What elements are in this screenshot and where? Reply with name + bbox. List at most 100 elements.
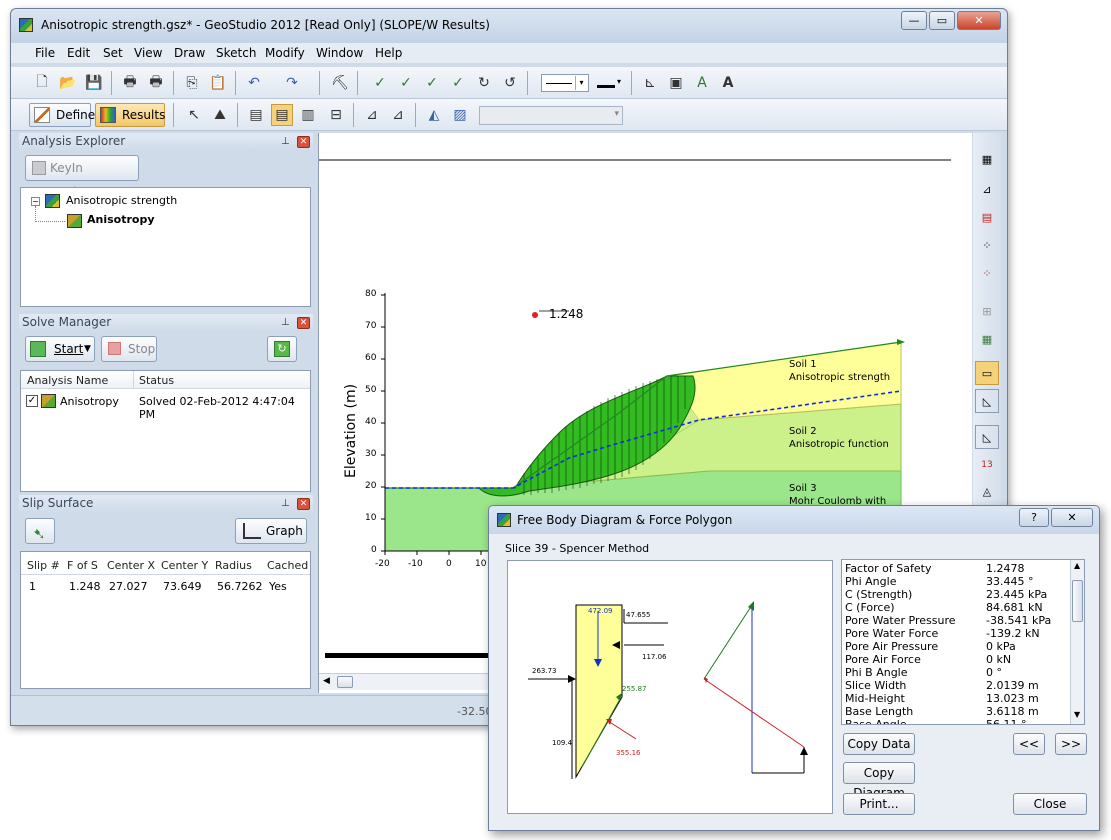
- results-button[interactable]: Results: [95, 103, 165, 127]
- draw-graph-icon[interactable]: ⊿: [361, 104, 383, 126]
- point-numbers-icon[interactable]: ⁘: [975, 261, 999, 285]
- view-slice-info-icon[interactable]: ▤: [271, 104, 293, 126]
- analysis-checkbox[interactable]: ✓: [26, 395, 38, 407]
- redo-icon[interactable]: ↷: [281, 72, 303, 94]
- rotate-left-icon[interactable]: ↺: [499, 72, 521, 94]
- mesh-icon[interactable]: ▦: [975, 327, 999, 351]
- properties-scrollbar[interactable]: ▲ ▼: [1070, 560, 1084, 724]
- line-weight-select[interactable]: ▾: [595, 74, 625, 92]
- define-button[interactable]: Define: [29, 103, 95, 127]
- copy-icon[interactable]: ⎘: [181, 72, 203, 94]
- analysis-select[interactable]: ▾: [479, 106, 623, 125]
- column-header[interactable]: Center X: [107, 559, 155, 572]
- copy-data-button[interactable]: Copy Data: [843, 733, 915, 755]
- previous-slice-button[interactable]: <<: [1013, 733, 1045, 755]
- panel-close-icon[interactable]: ✕: [297, 317, 310, 329]
- scroll-down-icon[interactable]: ▼: [1074, 710, 1080, 719]
- menu-set[interactable]: Set: [103, 46, 123, 60]
- pin-icon[interactable]: ⊥: [281, 137, 291, 147]
- new-file-icon[interactable]: 🗋: [31, 72, 53, 94]
- view-graph-icon[interactable]: ⊟: [325, 104, 347, 126]
- maximize-button[interactable]: ▭: [929, 11, 955, 30]
- line-style-select[interactable]: ▾: [541, 74, 589, 92]
- panel-close-icon[interactable]: ✕: [297, 498, 310, 510]
- open-folder-icon[interactable]: 📂: [57, 72, 79, 94]
- text-icon[interactable]: A: [717, 72, 739, 94]
- chevron-down-icon[interactable]: ▼: [84, 337, 91, 361]
- zoom-region-icon[interactable]: ⛰: [209, 104, 231, 126]
- column-header[interactable]: Status: [139, 374, 174, 387]
- dialog-close-button[interactable]: ✕: [1051, 508, 1093, 527]
- print-button[interactable]: Print...: [843, 793, 915, 815]
- pin-icon[interactable]: ⊥: [281, 499, 291, 509]
- menu-draw[interactable]: Draw: [174, 46, 205, 60]
- regions-icon[interactable]: ▭: [975, 361, 999, 385]
- start-button[interactable]: Start ▼: [25, 336, 95, 362]
- material-icon[interactable]: ◬: [975, 479, 999, 503]
- help-button[interactable]: ?: [1019, 508, 1049, 527]
- save-icon[interactable]: 💾: [83, 72, 105, 94]
- graph-button[interactable]: Graph: [235, 518, 307, 544]
- slip-surface-icon[interactable]: ◺: [975, 389, 999, 413]
- menu-edit[interactable]: Edit: [67, 46, 90, 60]
- view-tool-icon[interactable]: ▦: [975, 147, 999, 171]
- copy-diagram-button[interactable]: Copy Diagram: [843, 762, 915, 800]
- fos-label[interactable]: 1.248: [549, 307, 583, 321]
- points-icon[interactable]: ⁘: [975, 233, 999, 257]
- paste-icon[interactable]: 📋: [207, 72, 229, 94]
- panel-close-icon[interactable]: ✕: [297, 136, 310, 148]
- pointer-icon[interactable]: ↖: [183, 104, 205, 126]
- label-icon[interactable]: A: [691, 72, 713, 94]
- picture-icon[interactable]: ▣: [665, 72, 687, 94]
- close-button[interactable]: ✕: [957, 11, 1001, 30]
- pwp-icon[interactable]: ◺: [975, 425, 999, 449]
- tree-root-label[interactable]: Anisotropic strength: [66, 194, 177, 207]
- analysis-name-cell[interactable]: Anisotropy: [60, 395, 119, 408]
- refresh-button[interactable]: ↻: [267, 336, 297, 362]
- draw-slip-icon[interactable]: ✓: [369, 72, 391, 94]
- pin-icon[interactable]: ⊥: [281, 318, 291, 328]
- grid-icon[interactable]: ⊞: [975, 299, 999, 323]
- close-dialog-button[interactable]: Close: [1013, 793, 1087, 815]
- menu-modify[interactable]: Modify: [265, 46, 305, 60]
- column-header[interactable]: Cached: [267, 559, 308, 572]
- view-properties-icon[interactable]: ▤: [245, 104, 267, 126]
- slip-center-marker[interactable]: [532, 312, 538, 318]
- keyin-analyses-button[interactable]: KeyIn Analyses: [25, 155, 139, 199]
- slice-properties-list[interactable]: Factor of Safety 1.2478 Phi Angle 33.445 ° C…: [841, 559, 1085, 725]
- column-header[interactable]: Center Y: [161, 559, 208, 572]
- menu-file[interactable]: File: [35, 46, 55, 60]
- tree-collapse-icon[interactable]: −: [31, 197, 40, 206]
- select-tool-icon[interactable]: ⛏: [329, 72, 351, 94]
- undo-icon[interactable]: ↶: [243, 72, 265, 94]
- draw-contours-icon[interactable]: ⊿: [387, 104, 409, 126]
- scroll-left-icon[interactable]: ◀: [323, 676, 330, 686]
- properties-scroll-thumb[interactable]: [1072, 580, 1083, 622]
- rotate-icon[interactable]: ↻: [473, 72, 495, 94]
- column-header[interactable]: Slip #: [27, 559, 60, 572]
- menu-view[interactable]: View: [134, 46, 162, 60]
- column-header[interactable]: Radius: [215, 559, 252, 572]
- view-report-icon[interactable]: ▥: [297, 104, 319, 126]
- print-preview-icon[interactable]: 🖶: [145, 72, 167, 94]
- slip-number-cell[interactable]: 1: [29, 580, 36, 593]
- menu-sketch[interactable]: Sketch: [216, 46, 256, 60]
- menu-window[interactable]: Window: [316, 46, 363, 60]
- scroll-thumb[interactable]: [337, 676, 353, 688]
- column-header[interactable]: Analysis Name: [27, 374, 108, 387]
- label-numbers-icon[interactable]: 13: [975, 453, 999, 477]
- tree-child-label[interactable]: Anisotropy: [87, 213, 155, 226]
- draw-entry-icon[interactable]: ✓: [395, 72, 417, 94]
- column-header[interactable]: F of S: [67, 559, 98, 572]
- stop-button[interactable]: Stop: [101, 336, 157, 362]
- draw-slip-tool-icon[interactable]: ⊿: [975, 177, 999, 201]
- print-icon[interactable]: 🖶: [119, 72, 141, 94]
- draw-grid-icon[interactable]: ✓: [447, 72, 469, 94]
- draw-slip-surfaces-icon[interactable]: ◭: [423, 104, 445, 126]
- menu-help[interactable]: Help: [375, 46, 402, 60]
- next-slice-button[interactable]: >>: [1055, 733, 1087, 755]
- scroll-up-icon[interactable]: ▲: [1074, 561, 1080, 570]
- draw-exit-icon[interactable]: ✓: [421, 72, 443, 94]
- slip-numbers-icon[interactable]: ▤: [975, 205, 999, 229]
- axes-icon[interactable]: ⊾: [639, 72, 661, 94]
